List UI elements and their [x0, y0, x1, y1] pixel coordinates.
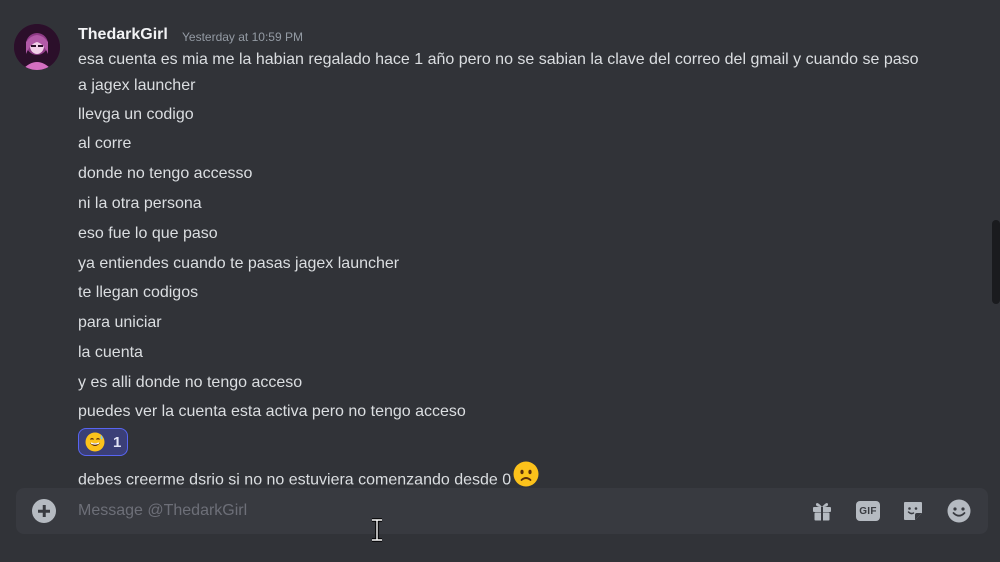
- frowning-face-emoji: [513, 461, 539, 490]
- message-line-last-text: debes creerme dsrio si no no estuviera c…: [78, 471, 512, 489]
- gift-icon: [813, 503, 831, 521]
- message-line: te llegan codigos: [78, 284, 199, 301]
- gift-button[interactable]: [809, 498, 835, 524]
- message-line: la cuenta: [78, 344, 143, 361]
- message-line: esa cuenta es mia me la habian regalado …: [78, 51, 919, 94]
- message-line: donde no tengo accesso: [78, 165, 253, 182]
- emoji-icon: [947, 499, 971, 523]
- text-cursor-icon: [369, 518, 385, 547]
- message-line: ni la otra persona: [78, 195, 202, 212]
- gif-icon: GIF: [856, 501, 880, 521]
- message-line: y es alli donde no tengo acceso: [78, 374, 303, 391]
- sticker-icon: [904, 502, 922, 520]
- avatar[interactable]: [14, 24, 60, 70]
- chat-messages: ThedarkGirl Yesterday at 10:59 PM esa cu…: [0, 0, 1000, 490]
- add-circle-icon[interactable]: [32, 499, 56, 523]
- message-line: eso fue lo que paso: [78, 225, 218, 242]
- scrollbar-thumb[interactable]: [992, 220, 1000, 304]
- sticker-button[interactable]: [900, 498, 926, 524]
- message-line: llevga un codigo: [78, 106, 194, 123]
- message-line-last: debes creerme dsrio si no no estuviera c…: [78, 461, 539, 490]
- emoji-button[interactable]: [946, 498, 972, 524]
- reaction-count: 1: [113, 433, 122, 451]
- message-line: ya entiendes cuando te pasas jagex launc…: [78, 255, 400, 272]
- gif-button[interactable]: GIF: [855, 498, 881, 524]
- message-line: para uniciar: [78, 314, 162, 331]
- message-input[interactable]: [78, 488, 798, 534]
- message-line: al corre: [78, 135, 132, 152]
- message-composer: GIF: [16, 488, 988, 534]
- reaction-button[interactable]: 1: [78, 428, 128, 456]
- message-line: puedes ver la cuenta esta activa pero no…: [78, 403, 466, 420]
- message-author[interactable]: ThedarkGirl: [78, 26, 168, 44]
- grinning-sweat-emoji: [85, 432, 105, 452]
- message-timestamp: Yesterday at 10:59 PM: [182, 30, 303, 44]
